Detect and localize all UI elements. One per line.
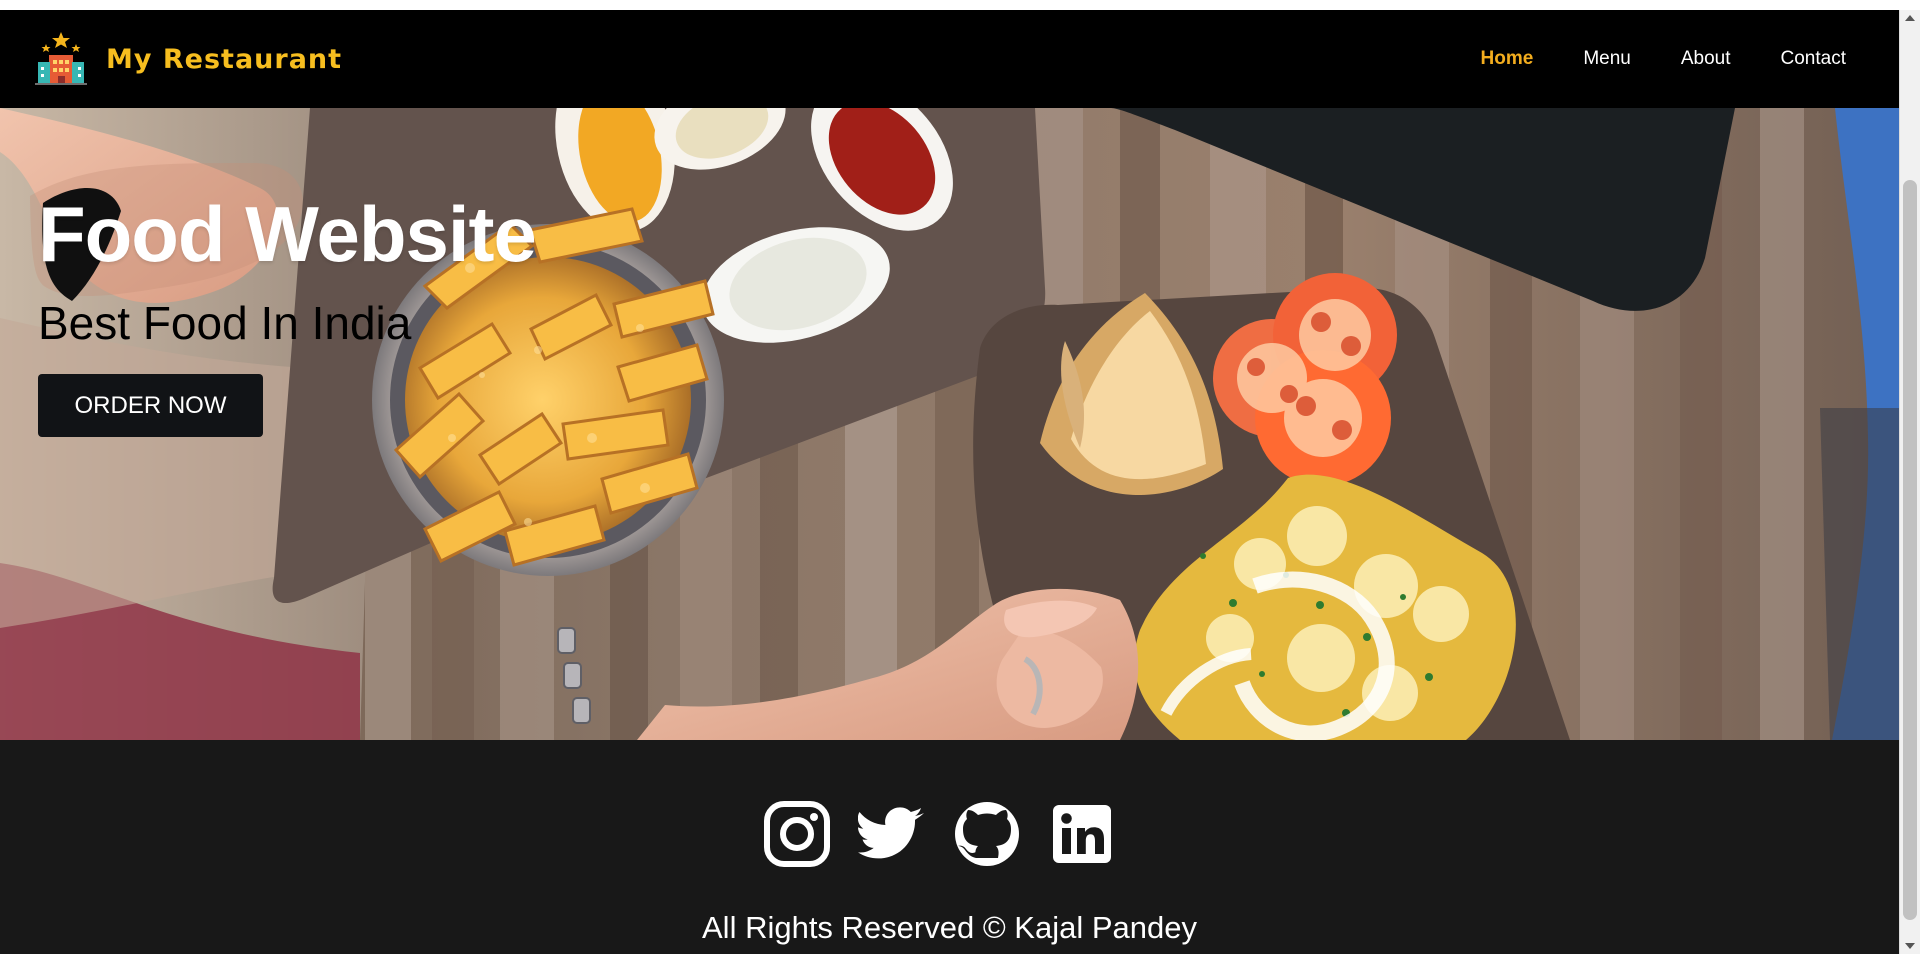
scroll-up-arrow-icon[interactable] (1905, 15, 1915, 21)
scroll-down-arrow-icon[interactable] (1905, 943, 1915, 949)
social-links (763, 800, 1116, 868)
restaurant-building-icon (35, 32, 87, 85)
hero-subtitle: Best Food In India (38, 297, 412, 349)
vertical-scrollbar[interactable] (1899, 10, 1920, 954)
instagram-icon (764, 801, 830, 867)
github-link[interactable] (953, 800, 1021, 868)
hero-title: Food Website (38, 190, 537, 278)
nav-about-link[interactable]: About (1656, 48, 1756, 70)
hero-content: Food Website Best Food In India ORDER NO… (38, 190, 537, 437)
hero-section: Food Website Best Food In India ORDER NO… (0, 108, 1899, 740)
top-navigation-bar: My Restaurant Home Menu About Contact (0, 10, 1899, 108)
scrollbar-thumb[interactable] (1903, 180, 1917, 920)
main-navigation: Home Menu About Contact (1456, 48, 1871, 70)
twitter-icon (858, 807, 924, 859)
brand-name: My Restaurant (106, 43, 343, 75)
linkedin-link[interactable] (1048, 800, 1116, 868)
nav-menu-link[interactable]: Menu (1558, 48, 1656, 70)
nav-contact-link[interactable]: Contact (1756, 48, 1871, 70)
copyright-text: All Rights Reserved © Kajal Pandey (702, 910, 1197, 945)
linkedin-icon (1053, 805, 1111, 863)
instagram-link[interactable] (763, 800, 831, 868)
github-icon (955, 802, 1019, 866)
brand-home-link[interactable]: My Restaurant (32, 30, 342, 88)
page-footer: All Rights Reserved © Kajal Pandey (0, 740, 1899, 954)
order-now-button[interactable]: ORDER NOW (38, 374, 263, 437)
nav-home-link[interactable]: Home (1456, 48, 1559, 70)
twitter-link[interactable] (858, 800, 926, 868)
restaurant-page: My Restaurant Home Menu About Contact Fo… (0, 0, 1920, 954)
